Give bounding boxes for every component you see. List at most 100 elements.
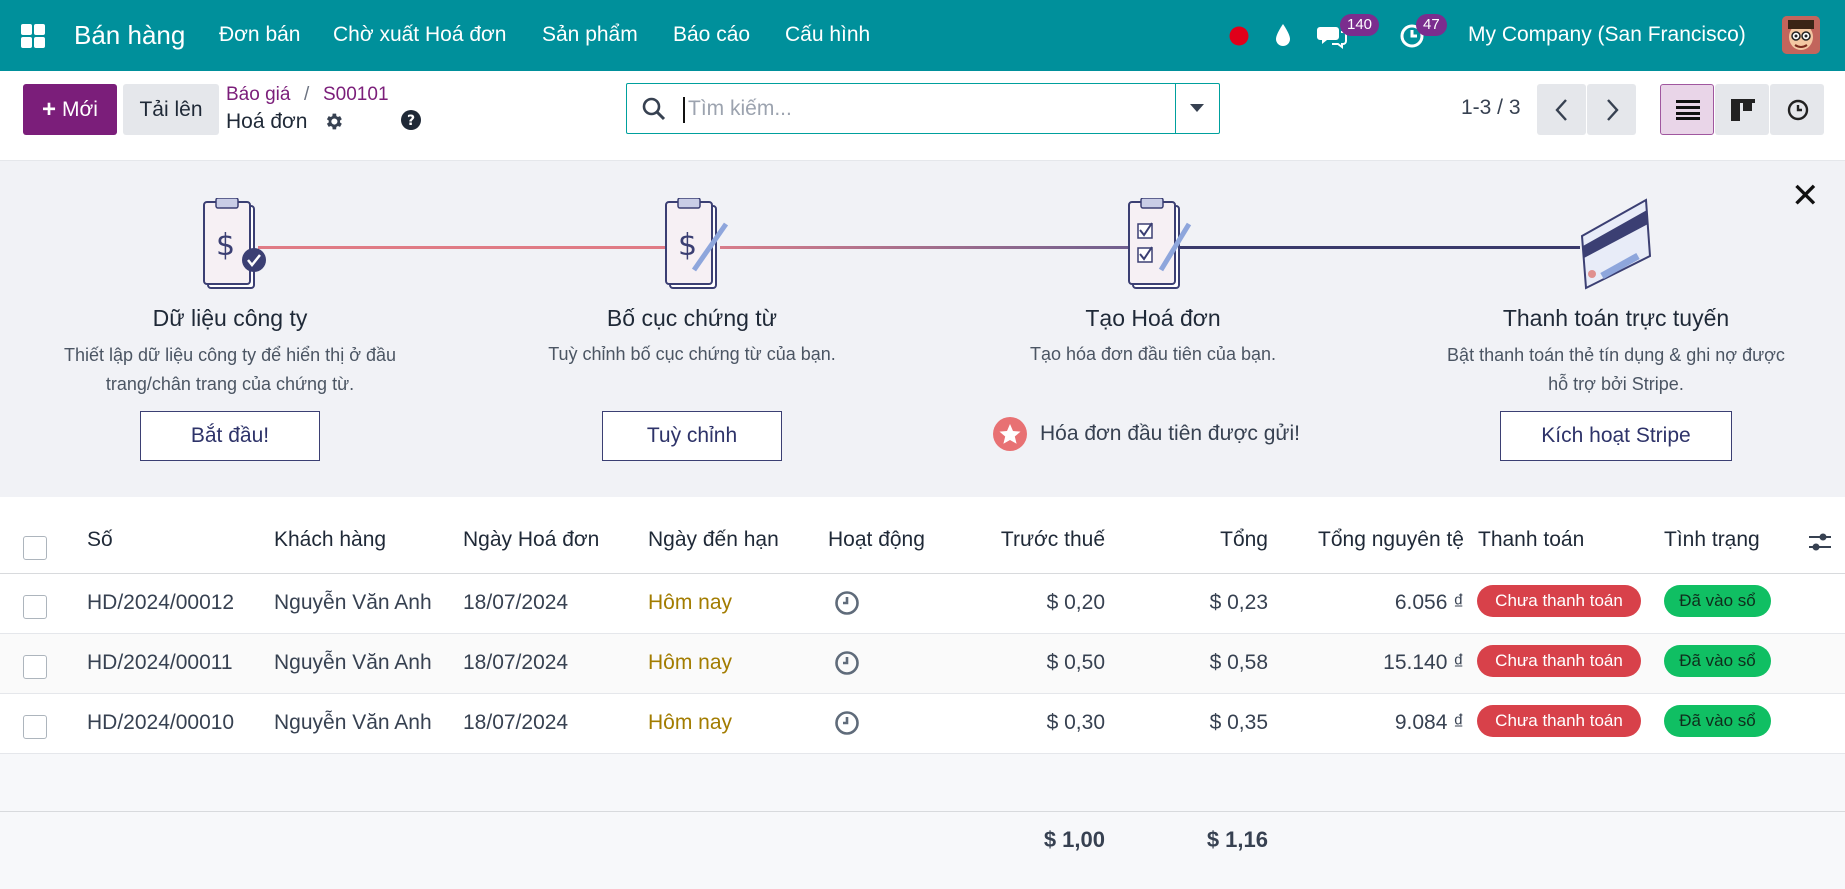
- status-badge: Đã vào sổ: [1664, 645, 1771, 677]
- create-invoice-illustration: [1128, 198, 1192, 289]
- menu-item-configuration[interactable]: Cấu hình: [785, 23, 870, 47]
- breadcrumb-separator: /: [304, 84, 310, 105]
- menu-item-reporting[interactable]: Báo cáo: [673, 23, 750, 47]
- apps-menu-icon[interactable]: [21, 24, 45, 48]
- chevron-right-icon: [1607, 99, 1619, 121]
- svg-text:$: $: [678, 228, 697, 263]
- cell-due-date: Hôm nay: [648, 651, 733, 674]
- footer-divider: [0, 811, 1845, 812]
- activity-clock-icon[interactable]: [834, 590, 860, 616]
- app-title[interactable]: Bán hàng: [74, 20, 185, 51]
- cell-number: HD/2024/00012: [87, 591, 235, 614]
- step-title-create-invoice: Tạo Hoá đơn: [1085, 305, 1221, 331]
- svg-text:$: $: [216, 228, 235, 263]
- cell-number: HD/2024/00011: [87, 651, 233, 674]
- cell-total-currency: 9.084 ₫: [1394, 711, 1464, 734]
- cell-total: $ 0,35: [1209, 711, 1268, 734]
- column-due-date[interactable]: Ngày đến hạn: [648, 528, 779, 552]
- pager-previous-button[interactable]: [1537, 84, 1586, 135]
- new-button[interactable]: + Mới: [23, 84, 117, 135]
- start-button[interactable]: Bắt đầu!: [140, 411, 320, 461]
- payment-status-badge: Chưa thanh toán: [1477, 705, 1641, 737]
- step-desc-company-data: Thiết lập dữ liệu công ty để hiển thị ở …: [63, 345, 397, 394]
- payment-status-badge: Chưa thanh toán: [1477, 585, 1641, 617]
- step-title-company-data: Dữ liệu công ty: [152, 305, 308, 331]
- step-desc-document-layout: Tuỳ chỉnh bố cục chứng từ của bạn.: [548, 344, 836, 364]
- total-amount: $ 1,16: [1206, 827, 1268, 852]
- cell-due-date: Hôm nay: [648, 591, 733, 614]
- cell-customer: Nguyễn Văn Anh: [274, 591, 432, 614]
- row-checkbox[interactable]: [23, 595, 47, 619]
- activity-view-button[interactable]: [1770, 84, 1824, 135]
- upload-button[interactable]: Tải lên: [123, 84, 219, 135]
- step-desc-online-payment: Bật thanh toán thẻ tín dụng & ghi nợ đượ…: [1447, 345, 1785, 394]
- progress-line: [720, 246, 1150, 249]
- column-customer[interactable]: Khách hàng: [274, 528, 386, 552]
- optional-columns-icon[interactable]: [1808, 530, 1832, 554]
- pager-next-button[interactable]: [1587, 84, 1636, 135]
- pager-value[interactable]: 1-3 / 3: [1461, 96, 1521, 120]
- breadcrumb-quotations[interactable]: Báo giá: [226, 84, 290, 106]
- list-empty-space: [0, 753, 1845, 889]
- cell-customer: Nguyễn Văn Anh: [274, 711, 432, 734]
- activity-clock-icon[interactable]: [834, 710, 860, 736]
- column-total-currency[interactable]: Tổng nguyên tệ: [1264, 528, 1464, 552]
- step-title-document-layout: Bố cục chứng từ: [606, 305, 778, 331]
- cell-invoice-date: 18/07/2024: [463, 651, 569, 674]
- column-status[interactable]: Tình trạng: [1664, 528, 1760, 552]
- search-icon: [642, 97, 666, 121]
- cell-total: $ 0,58: [1209, 651, 1268, 674]
- cell-invoice-date: 18/07/2024: [463, 591, 569, 614]
- drop-icon[interactable]: [1274, 22, 1292, 48]
- caret-down-icon: [1190, 104, 1204, 112]
- kanban-view-icon: [1731, 99, 1755, 121]
- status-dot-icon[interactable]: [1229, 26, 1249, 46]
- chevron-left-icon: [1555, 99, 1567, 121]
- activities-count-badge: 47: [1416, 14, 1447, 36]
- payment-status-badge: Chưa thanh toán: [1477, 645, 1641, 677]
- star-icon: [993, 417, 1027, 451]
- column-payment[interactable]: Thanh toán: [1478, 528, 1584, 552]
- step-title-online-payment: Thanh toán trực tuyến: [1502, 305, 1730, 331]
- close-icon[interactable]: ✕: [1791, 176, 1820, 216]
- activity-clock-icon[interactable]: [834, 650, 860, 676]
- cell-customer: Nguyễn Văn Anh: [274, 651, 432, 674]
- company-data-illustration: $: [203, 198, 266, 289]
- activate-stripe-button[interactable]: Kích hoạt Stripe: [1500, 411, 1732, 461]
- clock-icon: [1787, 99, 1809, 121]
- search-bar: Tìm kiếm...: [626, 83, 1220, 134]
- search-options-toggle[interactable]: [1175, 84, 1219, 133]
- plus-icon: +: [42, 95, 57, 123]
- company-switcher[interactable]: My Company (San Francisco): [1468, 23, 1746, 47]
- menu-item-sale-orders[interactable]: Đơn bán: [219, 23, 301, 47]
- search-input[interactable]: Tìm kiếm...: [683, 97, 792, 123]
- customize-button[interactable]: Tuỳ chỉnh: [602, 411, 782, 461]
- help-icon[interactable]: ?: [401, 110, 421, 130]
- credit-card-illustration: [1580, 198, 1652, 290]
- cell-due-date: Hôm nay: [648, 711, 733, 734]
- column-total[interactable]: Tổng: [1068, 528, 1268, 552]
- first-invoice-sent-status: Hóa đơn đầu tiên được gửi!: [1040, 422, 1300, 445]
- kanban-view-button[interactable]: [1715, 84, 1769, 135]
- page-title: Hoá đơn: [226, 110, 308, 133]
- breadcrumb-order[interactable]: S00101: [323, 84, 389, 106]
- row-checkbox[interactable]: [23, 715, 47, 739]
- menu-item-to-invoice[interactable]: Chờ xuất Hoá đơn: [333, 23, 506, 47]
- cell-total-currency: 6.056 ₫: [1394, 591, 1464, 614]
- menu-item-products[interactable]: Sản phẩm: [542, 23, 638, 47]
- status-badge: Đã vào sổ: [1664, 705, 1771, 737]
- column-number[interactable]: Số: [87, 528, 113, 552]
- status-badge: Đã vào sổ: [1664, 585, 1771, 617]
- gear-icon[interactable]: [323, 111, 344, 132]
- step-desc-create-invoice: Tạo hóa đơn đầu tiên của bạn.: [1030, 344, 1276, 364]
- column-invoice-date[interactable]: Ngày Hoá đơn: [463, 528, 599, 552]
- svg-text:?: ?: [407, 113, 415, 129]
- messages-count-badge: 140: [1340, 14, 1380, 36]
- list-view-button[interactable]: [1660, 84, 1714, 135]
- select-all-checkbox[interactable]: [23, 536, 47, 560]
- user-avatar[interactable]: [1782, 16, 1820, 54]
- row-checkbox[interactable]: [23, 655, 47, 679]
- cell-total-currency: 15.140 ₫: [1383, 651, 1464, 674]
- cell-number: HD/2024/00010: [87, 711, 235, 734]
- progress-line: [1180, 246, 1580, 249]
